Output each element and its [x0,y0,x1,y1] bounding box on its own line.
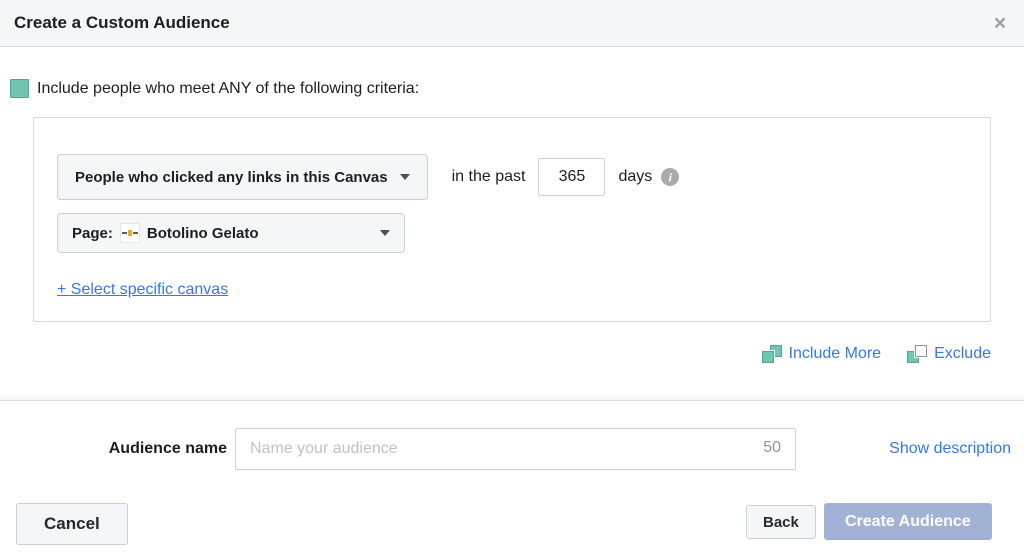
behavior-rule-row: People who clicked any links in this Can… [57,154,680,200]
back-button[interactable]: Back [746,505,816,539]
cancel-button[interactable]: Cancel [16,503,128,545]
days-label: days [618,168,653,185]
audience-name-field-wrap: 50 [235,428,796,470]
show-description-link[interactable]: Show description [889,440,1011,458]
exclude-button[interactable]: Exclude [907,345,991,363]
include-more-icon [761,345,782,363]
include-exclude-row: Include More Exclude [761,345,991,363]
close-icon[interactable]: × [988,12,1012,36]
include-more-icon-front [761,351,774,363]
include-checkbox-icon[interactable] [10,79,29,98]
include-criteria-label: Include people who meet ANY of the follo… [37,79,420,97]
create-audience-button[interactable]: Create Audience [824,503,992,540]
criteria-box: People who clicked any links in this Can… [33,117,991,322]
page-avatar [119,223,140,243]
in-the-past-label: in the past [451,168,526,185]
page-name-value: Botolino Gelato [146,224,259,242]
behavior-dropdown[interactable]: People who clicked any links in this Can… [57,154,428,200]
create-custom-audience-modal: Create a Custom Audience × Include peopl… [0,0,1024,558]
page-avatar-mark [121,232,127,234]
info-icon[interactable]: i [661,168,680,186]
select-specific-canvas-link[interactable]: + Select specific canvas [57,281,228,299]
modal-title: Create a Custom Audience [14,13,230,32]
page-dropdown[interactable]: Page: Botolino Gelato [57,213,405,253]
include-more-label: Include More [788,345,882,362]
page-avatar-mark [127,230,132,236]
char-count: 50 [763,439,781,456]
section-divider [0,392,1024,401]
page-prefix-label: Page: [72,224,113,242]
chevron-down-icon [399,174,410,180]
audience-name-label: Audience name [108,440,227,457]
audience-name-input[interactable] [235,428,796,470]
include-more-button[interactable]: Include More [761,345,882,363]
exclude-icon [907,345,928,363]
page-rule-row: Page: Botolino Gelato [57,213,405,253]
exclude-label: Exclude [934,345,991,362]
days-input[interactable] [538,158,606,196]
page-avatar-mark [132,232,138,234]
behavior-dropdown-value: People who clicked any links in this Can… [75,168,388,186]
exclude-icon-front [915,345,928,357]
include-criteria-row: Include people who meet ANY of the follo… [10,79,419,98]
chevron-down-icon [380,230,390,236]
modal-header: Create a Custom Audience [0,0,1024,47]
